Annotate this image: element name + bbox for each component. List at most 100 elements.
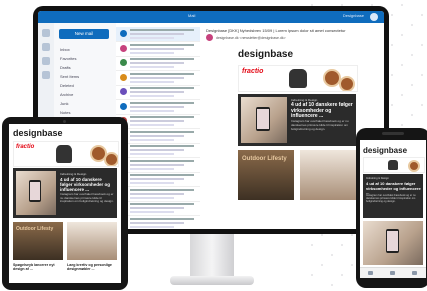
folder-item[interactable]: Junk <box>60 101 110 106</box>
brand-logo[interactable]: designbase <box>13 128 63 138</box>
sender-line <box>130 29 194 31</box>
tablet-screen: designbase fractio Indretning & Design 4… <box>9 124 121 283</box>
article-photo[interactable] <box>363 221 423 265</box>
monitor-stand <box>190 234 234 278</box>
preview-line <box>130 167 174 170</box>
newsletter-desktop: designbase fractio Indretning & Design 4… <box>238 49 358 229</box>
interior-tile[interactable] <box>300 150 356 200</box>
article-card[interactable]: Indretning & Design 4 ud af 10 danskere … <box>238 94 356 146</box>
folder-item[interactable]: Favorites <box>60 56 110 61</box>
preview-line <box>130 80 174 83</box>
preview-line <box>130 109 174 112</box>
message-row[interactable] <box>116 27 200 42</box>
article-photo <box>16 171 56 215</box>
subject-line <box>130 192 184 195</box>
sender-avatar <box>120 30 127 37</box>
store-tile[interactable]: Outdoor Lifesty <box>238 150 294 200</box>
food-image <box>339 76 355 91</box>
folder-item[interactable]: Inbox <box>60 47 110 52</box>
brand-logo[interactable]: designbase <box>238 49 293 60</box>
phone-nav-bar <box>360 267 426 278</box>
tablet-camera <box>63 120 66 123</box>
store-tile[interactable]: Outdoor Lifesty <box>13 222 63 260</box>
message-row[interactable] <box>116 71 200 86</box>
window-title: Mail <box>188 13 196 18</box>
subject-line <box>130 33 184 35</box>
message-row[interactable] <box>116 172 200 187</box>
sender-line <box>130 174 194 176</box>
message-row[interactable] <box>116 201 200 216</box>
folder-item[interactable]: Drafts <box>60 65 110 70</box>
ad-banner[interactable]: fractio <box>238 65 358 92</box>
folder-item[interactable]: Deleted <box>60 83 110 88</box>
sender-line <box>130 159 194 162</box>
article-title[interactable]: 4 ud af 10 danskere følger virksomheder … <box>291 102 353 120</box>
message-row[interactable] <box>116 216 200 230</box>
store-photo: Outdoor Lifesty <box>13 222 63 260</box>
interior-tile[interactable] <box>67 222 117 260</box>
email-sender: designbase.dk <newsletter@designbase.dk> <box>216 36 286 40</box>
todo-icon[interactable] <box>42 71 50 79</box>
sender-line <box>130 43 194 46</box>
store-photo: Outdoor Lifesty <box>238 150 294 200</box>
message-row[interactable] <box>116 187 200 202</box>
sender-line <box>130 72 194 75</box>
brand-logo[interactable]: designbase <box>363 146 407 155</box>
store-sign: Outdoor Lifesty <box>242 156 287 162</box>
article-title[interactable]: 4 ud af 10 danskere følger virksomheder … <box>60 177 115 192</box>
preview-line <box>130 138 174 141</box>
article-card[interactable]: Indretning & Design 4 ud af 10 danskere … <box>13 168 117 218</box>
article-photo <box>241 97 287 143</box>
interior-photo <box>300 150 356 200</box>
message-row[interactable] <box>116 129 200 144</box>
calendar-icon[interactable] <box>390 271 395 275</box>
account-avatar[interactable] <box>370 13 378 21</box>
message-row[interactable] <box>116 42 200 57</box>
message-row[interactable] <box>116 158 200 173</box>
food-image <box>408 160 420 172</box>
message-row[interactable] <box>116 56 200 71</box>
tile-caption[interactable]: Laeg krertiv og personlige designmøbler … <box>67 263 117 271</box>
message-row[interactable] <box>116 85 200 100</box>
people-icon[interactable] <box>42 57 50 65</box>
subject-line <box>130 178 184 180</box>
ad-banner[interactable]: fractio <box>13 141 119 167</box>
folder-item[interactable]: Sent Items <box>60 74 110 79</box>
article-tag: Indretning & Design <box>60 172 87 176</box>
sender-line <box>130 58 194 60</box>
preview-line <box>130 37 174 39</box>
tile-caption[interactable]: Spøgelseyb lancerer nyt design af ... <box>13 263 63 271</box>
apps-icon[interactable] <box>412 271 417 275</box>
calendar-icon[interactable] <box>42 43 50 51</box>
preview-line <box>130 196 174 199</box>
mail-icon[interactable] <box>368 271 373 275</box>
folder-item[interactable]: Archive <box>60 92 110 97</box>
message-row[interactable] <box>116 143 200 158</box>
sender-avatar <box>120 73 127 81</box>
subject-line <box>130 76 184 79</box>
sender-line <box>130 203 194 205</box>
article-body: Instagram har overhalet Facebook og er n… <box>366 194 416 204</box>
ad-banner[interactable] <box>363 157 425 173</box>
subject-line <box>130 91 184 93</box>
sender-line <box>130 145 194 147</box>
phone-photo <box>386 229 399 253</box>
article-card[interactable]: Indretning & Design 4 ud af 10 danskere … <box>363 174 423 218</box>
new-mail-button[interactable]: New mail <box>59 29 109 39</box>
sender-line <box>130 101 194 104</box>
store-sign: Outdoor Lifesty <box>16 226 54 232</box>
sender-line <box>130 130 194 133</box>
mail-icon[interactable] <box>42 29 50 37</box>
article-body: Instagram har overhalet Facebook og er n… <box>60 192 114 204</box>
cooker-image <box>388 160 398 170</box>
monitor-base <box>170 276 254 285</box>
message-row[interactable] <box>116 100 200 115</box>
folder-item[interactable]: Notes <box>60 110 110 115</box>
account-name[interactable]: Designbase <box>343 13 364 18</box>
preview-line <box>130 51 174 54</box>
subject-line <box>130 134 184 137</box>
ad-logo: fractio <box>242 68 264 75</box>
sender-line <box>130 188 194 191</box>
phone-speaker <box>382 132 404 135</box>
message-row[interactable] <box>116 114 200 129</box>
